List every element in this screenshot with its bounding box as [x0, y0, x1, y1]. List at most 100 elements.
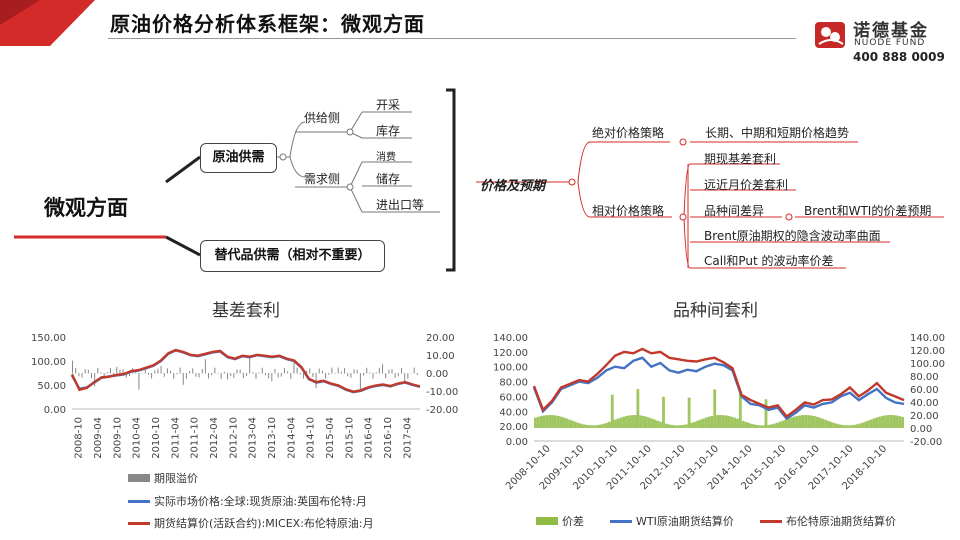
area-mark [898, 416, 902, 428]
area-mark [696, 420, 700, 428]
x-tick-label: 2012-10 [228, 417, 239, 459]
area-mark [679, 425, 682, 428]
area-mark [881, 415, 885, 428]
y-left-tick-label: 150.00 [31, 333, 66, 344]
area-mark [886, 415, 890, 428]
node-demand-item: 消费 [376, 152, 396, 163]
bar-mark [81, 373, 83, 378]
area-mark [821, 418, 825, 428]
area-mark [841, 425, 845, 428]
y-right-tick-label: 20.00 [910, 411, 939, 422]
area-mark [602, 423, 606, 428]
node-demand-side: 需求侧 [304, 172, 341, 186]
bar-mark [321, 370, 323, 374]
legend-item: 布伦特原油期货结算价 [760, 513, 896, 529]
area-mark [901, 416, 904, 428]
y-left-tick-label: 140.00 [493, 333, 528, 344]
area-mark [536, 416, 540, 428]
area-mark [719, 415, 722, 428]
area-mark [864, 421, 867, 428]
bar-mark [315, 373, 317, 388]
bar-mark [147, 373, 149, 375]
area-mark [830, 421, 833, 428]
area-mark [733, 417, 737, 428]
area-mark [804, 415, 808, 428]
bar-mark [397, 373, 399, 377]
legend-label: WTI原油期货结算价 [636, 515, 734, 528]
area-mark [852, 424, 856, 428]
x-tick-label: 2012-04 [209, 417, 220, 459]
slide-title: 原油价格分析体系框架：微观方面 [110, 12, 425, 36]
bar-mark [337, 367, 339, 374]
bar-mark [176, 373, 178, 375]
bar-mark [375, 372, 377, 374]
bar-mark [119, 369, 121, 374]
chart2-variety-arbitrage: 0.00 20.00 40.00 60.00 80.00 100.00 120.00 140.… [493, 333, 945, 492]
area-mark [855, 424, 859, 428]
area-mark [630, 415, 634, 428]
bar-mark [334, 373, 336, 374]
area-mark [599, 424, 603, 428]
node-absolute-item: 长期、中期和短期价格趋势 [705, 126, 850, 140]
bar-mark [233, 373, 235, 378]
area-mark [756, 424, 759, 428]
area-mark [847, 425, 850, 428]
bar-mark [97, 367, 99, 374]
bar-mark [350, 373, 352, 378]
bar-mark [318, 368, 320, 374]
area-mark [775, 422, 779, 428]
area-mark [744, 421, 748, 428]
bar-mark [366, 367, 368, 374]
area-mark [573, 421, 577, 428]
area-mark [827, 420, 830, 428]
bar-mark [407, 373, 409, 379]
area-mark [707, 416, 711, 428]
area-mark [875, 417, 879, 428]
area-mark [699, 419, 702, 428]
bar-mark [328, 373, 330, 375]
area-mark [676, 425, 680, 428]
area-mark [625, 416, 628, 428]
area-mark [795, 415, 799, 428]
brand-phone: 400 888 0009 [853, 50, 945, 64]
bar-mark [296, 367, 298, 374]
area-mark [571, 420, 574, 428]
area-mark [835, 423, 839, 428]
bar-mark [280, 373, 282, 377]
y-right-tick-label: -20.00 [910, 437, 942, 448]
y-left-tick-label: 100.00 [493, 363, 528, 374]
y-right-tick-label: 40.00 [910, 398, 939, 409]
area-mark [753, 424, 756, 428]
area-mark [659, 421, 663, 428]
area-mark [596, 424, 600, 428]
bar-mark [141, 372, 143, 374]
area-mark [770, 424, 774, 428]
bar-mark [378, 367, 380, 374]
node-variety-sub: Brent和WTI的价差预期 [804, 204, 932, 218]
node-supply-item: 开采 [376, 98, 401, 112]
bar-mark [344, 368, 346, 374]
bar-mark [116, 366, 118, 374]
node-relative: 相对价格策略 [592, 204, 665, 218]
area-mark [781, 420, 785, 428]
x-tick-label: 2015-10 [344, 417, 355, 459]
bar-mark [359, 373, 361, 390]
bar-mark [201, 368, 203, 374]
bar-mark [416, 373, 418, 375]
bar-mark [160, 365, 162, 374]
y-left-tick-label: 0.00 [44, 405, 66, 416]
bar-mark [246, 373, 247, 376]
bar-mark [151, 373, 153, 379]
area-mark [710, 415, 714, 428]
bar-mark [100, 372, 102, 374]
area-mark [636, 389, 640, 428]
brand-english-name: NUODE FUND [854, 38, 926, 48]
bar-mark [198, 373, 200, 378]
area-mark [559, 416, 563, 428]
node-relative-item: Call和Put 的波动率价差 [704, 254, 834, 268]
bar-mark [189, 371, 191, 374]
area-mark [773, 423, 776, 428]
x-tick-label: 2015-04 [325, 417, 336, 459]
area-mark [889, 415, 893, 428]
area-mark [861, 422, 865, 428]
